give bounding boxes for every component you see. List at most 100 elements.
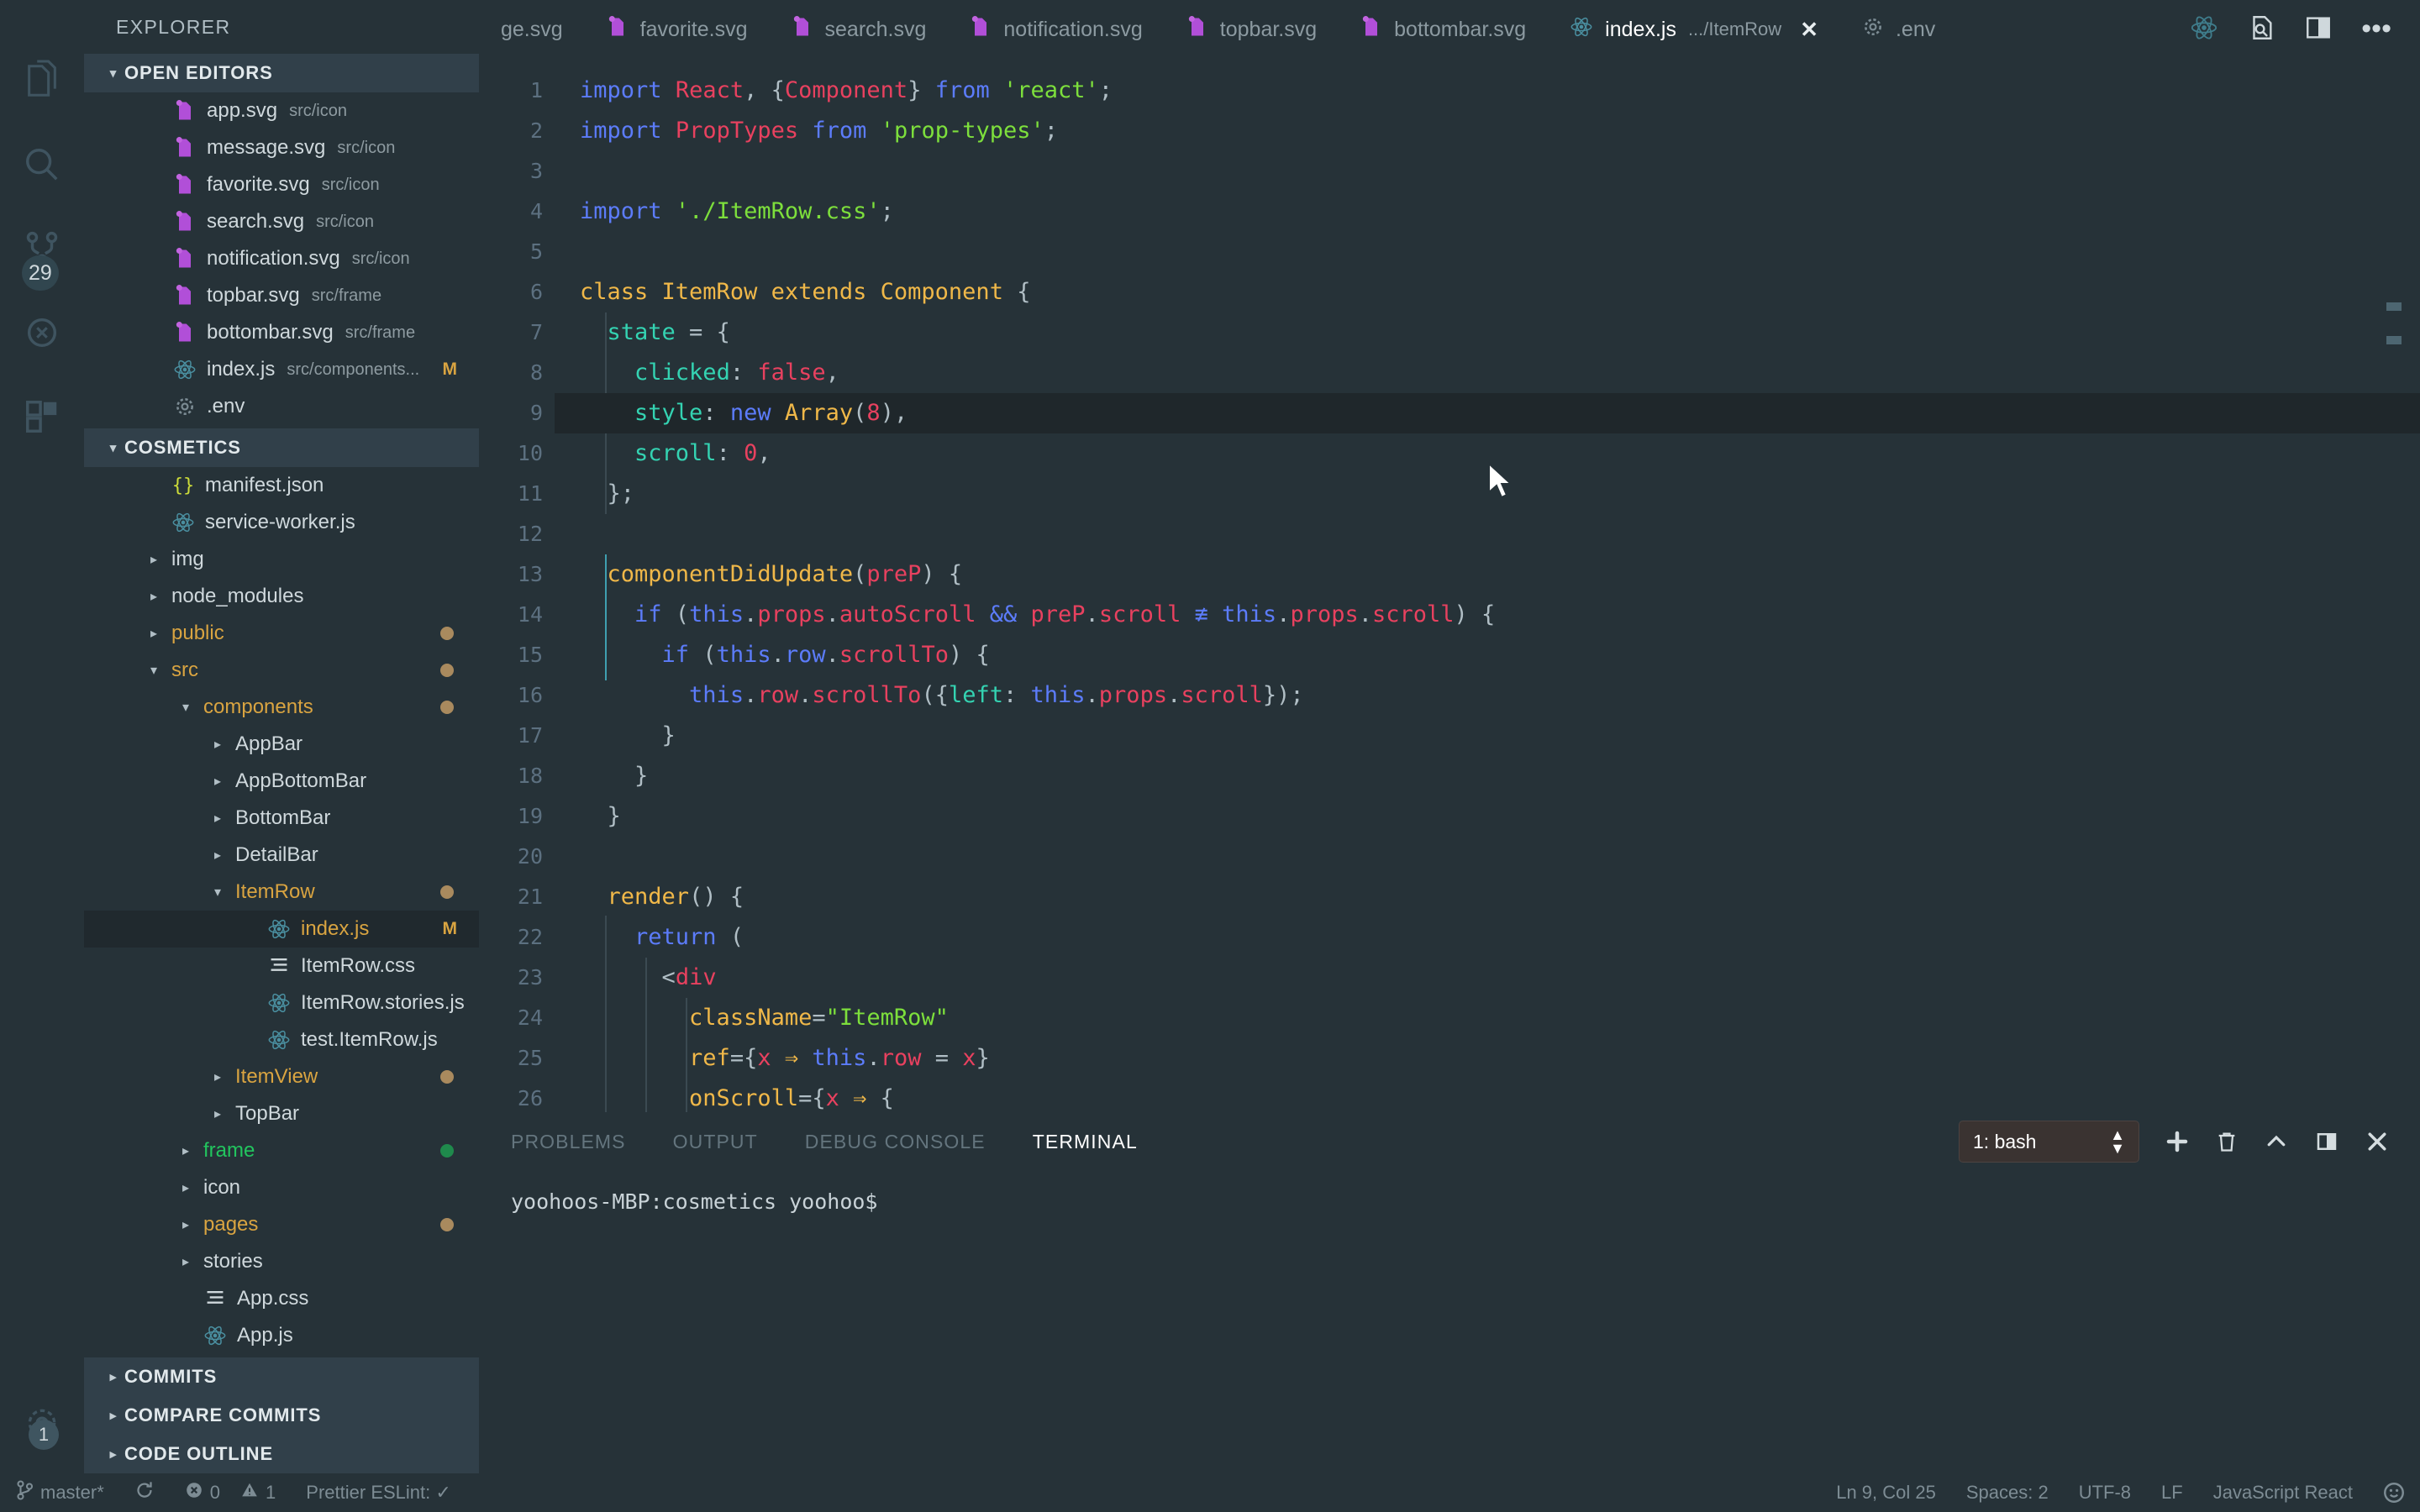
terminal-selector[interactable]: 1: bash ▲▼ [1959,1121,2139,1163]
tree-folder[interactable]: ▸icon [84,1169,479,1206]
activity-item-search[interactable] [0,123,84,207]
code-line[interactable]: if (this.props.autoScroll && preP.scroll… [555,595,2420,635]
split-terminal-icon[interactable] [2314,1129,2339,1154]
editor-tab[interactable]: favorite.svg [585,0,770,59]
open-editor-item[interactable]: notification.svgsrc/icon [84,240,479,277]
chevron-right-icon[interactable]: ▸ [141,588,166,605]
code-line[interactable]: scroll: 0, [555,433,2420,474]
code-line[interactable]: if (this.row.scrollTo) { [555,635,2420,675]
status-prettier-eslint[interactable]: Prettier ESLint: ✓ [291,1473,466,1512]
open-editor-item[interactable]: .env [84,388,479,425]
tree-folder[interactable]: ▸DetailBar [84,837,479,874]
code-line[interactable] [555,837,2420,877]
editor-tab[interactable]: search.svg [770,0,949,59]
code-line[interactable]: render() { [555,877,2420,917]
chevron-right-icon[interactable]: ▸ [205,736,230,753]
new-terminal-icon[interactable] [2165,1129,2190,1154]
activity-item-extensions[interactable] [0,375,84,459]
open-editor-item[interactable]: message.svgsrc/icon [84,129,479,166]
activity-item-debug[interactable] [0,291,84,375]
more-actions-icon[interactable]: ••• [2361,24,2391,35]
react-action-icon[interactable] [2190,13,2218,46]
code-line[interactable] [555,232,2420,272]
tree-file[interactable]: ▸App.css [84,1280,479,1317]
editor-tab[interactable]: bottombar.svg [1339,0,1548,59]
tree-folder[interactable]: ▸frame [84,1132,479,1169]
tree-file[interactable]: ▸test.ItemRow.js [84,1021,479,1058]
editor-tab[interactable]: notification.svg [948,0,1164,59]
tree-file[interactable]: ▸App.js [84,1317,479,1354]
open-editor-item[interactable]: favorite.svgsrc/icon [84,166,479,203]
code-line[interactable]: return ( [555,917,2420,958]
chevron-right-icon[interactable]: ▸ [205,773,230,790]
code-line[interactable]: style: new Array(8), [555,393,2420,433]
code-line[interactable]: componentDidUpdate(preP) { [555,554,2420,595]
panel-tab-debug-console[interactable]: DEBUG CONSOLE [781,1131,1009,1153]
editor-tab[interactable]: topbar.svg [1165,0,1339,59]
chevron-right-icon[interactable]: ▸ [141,625,166,642]
tree-folder[interactable]: ▸pages [84,1206,479,1243]
code-line[interactable]: clicked: false, [555,353,2420,393]
code-editor[interactable]: 1234567891011121314151617181920212223242… [479,59,2420,1112]
tree-folder[interactable]: ▸TopBar [84,1095,479,1132]
code-line[interactable]: import PropTypes from 'prop-types'; [555,111,2420,151]
panel-tab-problems[interactable]: PROBLEMS [487,1131,650,1153]
code-line[interactable]: import React, {Component} from 'react'; [555,71,2420,111]
tree-folder[interactable]: ▸node_modules [84,578,479,615]
tree-folder[interactable]: ▸ItemView [84,1058,479,1095]
status-encoding[interactable]: UTF-8 [2064,1473,2146,1512]
code-line[interactable]: } [555,716,2420,756]
panel-tab-terminal[interactable]: TERMINAL [1009,1131,1161,1153]
code-line[interactable]: ref={x ⇒ this.row = x} [555,1038,2420,1079]
open-editor-item[interactable]: index.jssrc/components...M [84,351,479,388]
close-icon[interactable]: ✕ [1800,17,1818,43]
tree-folder[interactable]: ▸img [84,541,479,578]
tree-file[interactable]: ▸ItemRow.css [84,948,479,984]
chevron-right-icon[interactable]: ▸ [205,847,230,864]
open-editor-item[interactable]: app.svgsrc/icon [84,92,479,129]
chevron-right-icon[interactable]: ▸ [173,1253,198,1270]
tree-file[interactable]: ▸index.jsM [84,911,479,948]
code-line[interactable]: class ItemRow extends Component { [555,272,2420,312]
open-editor-item[interactable]: topbar.svgsrc/frame [84,277,479,314]
tree-file[interactable]: ▸ItemRow.stories.js [84,984,479,1021]
code-line[interactable]: this.row.scrollTo({left: this.props.scro… [555,675,2420,716]
code-line[interactable]: import './ItemRow.css'; [555,192,2420,232]
panel-tab-output[interactable]: OUTPUT [650,1131,781,1153]
activity-item-source-control[interactable]: 29 [0,207,84,291]
editor-tab[interactable]: ge.svg [479,0,585,59]
code-line[interactable]: className="ItemRow" [555,998,2420,1038]
chevron-down-icon[interactable]: ▾ [173,699,198,716]
section-open-editors[interactable]: ▾ OPEN EDITORS [84,54,479,92]
chevron-right-icon[interactable]: ▸ [205,1068,230,1085]
chevron-right-icon[interactable]: ▸ [173,1216,198,1233]
code-line[interactable]: onScroll={x ⇒ { [555,1079,2420,1112]
status-indentation[interactable]: Spaces: 2 [1951,1473,2064,1512]
code-line[interactable]: } [555,756,2420,796]
tree-folder[interactable]: ▸stories [84,1243,479,1280]
chevron-down-icon[interactable]: ▾ [205,884,230,900]
code-line[interactable] [555,514,2420,554]
tree-folder[interactable]: ▾ItemRow [84,874,479,911]
status-language-mode[interactable]: JavaScript React [2198,1473,2368,1512]
tree-folder[interactable]: ▾src [84,652,479,689]
tree-folder[interactable]: ▸public [84,615,479,652]
tree-folder[interactable]: ▸BottomBar [84,800,479,837]
maximize-panel-icon[interactable] [2264,1129,2289,1154]
status-cursor-position[interactable]: Ln 9, Col 25 [1821,1473,1951,1512]
sidebar-section-compare-commits[interactable]: ▸COMPARE COMMITS [84,1396,479,1435]
tree-file[interactable]: ▸{}manifest.json [84,467,479,504]
chevron-right-icon[interactable]: ▸ [173,1179,198,1196]
activity-item-explorer[interactable] [0,39,84,123]
code-line[interactable]: }; [555,474,2420,514]
code-line[interactable] [555,151,2420,192]
close-panel-icon[interactable] [2365,1129,2390,1154]
editor-tab[interactable]: .env [1840,0,1957,59]
open-editor-item[interactable]: bottombar.svgsrc/frame [84,314,479,351]
status-branch[interactable]: master* [0,1473,119,1512]
chevron-right-icon[interactable]: ▸ [205,810,230,827]
chevron-right-icon[interactable]: ▸ [173,1142,198,1159]
kill-terminal-icon[interactable] [2215,1129,2238,1154]
chevron-down-icon[interactable]: ▾ [141,662,166,679]
status-eol[interactable]: LF [2146,1473,2198,1512]
